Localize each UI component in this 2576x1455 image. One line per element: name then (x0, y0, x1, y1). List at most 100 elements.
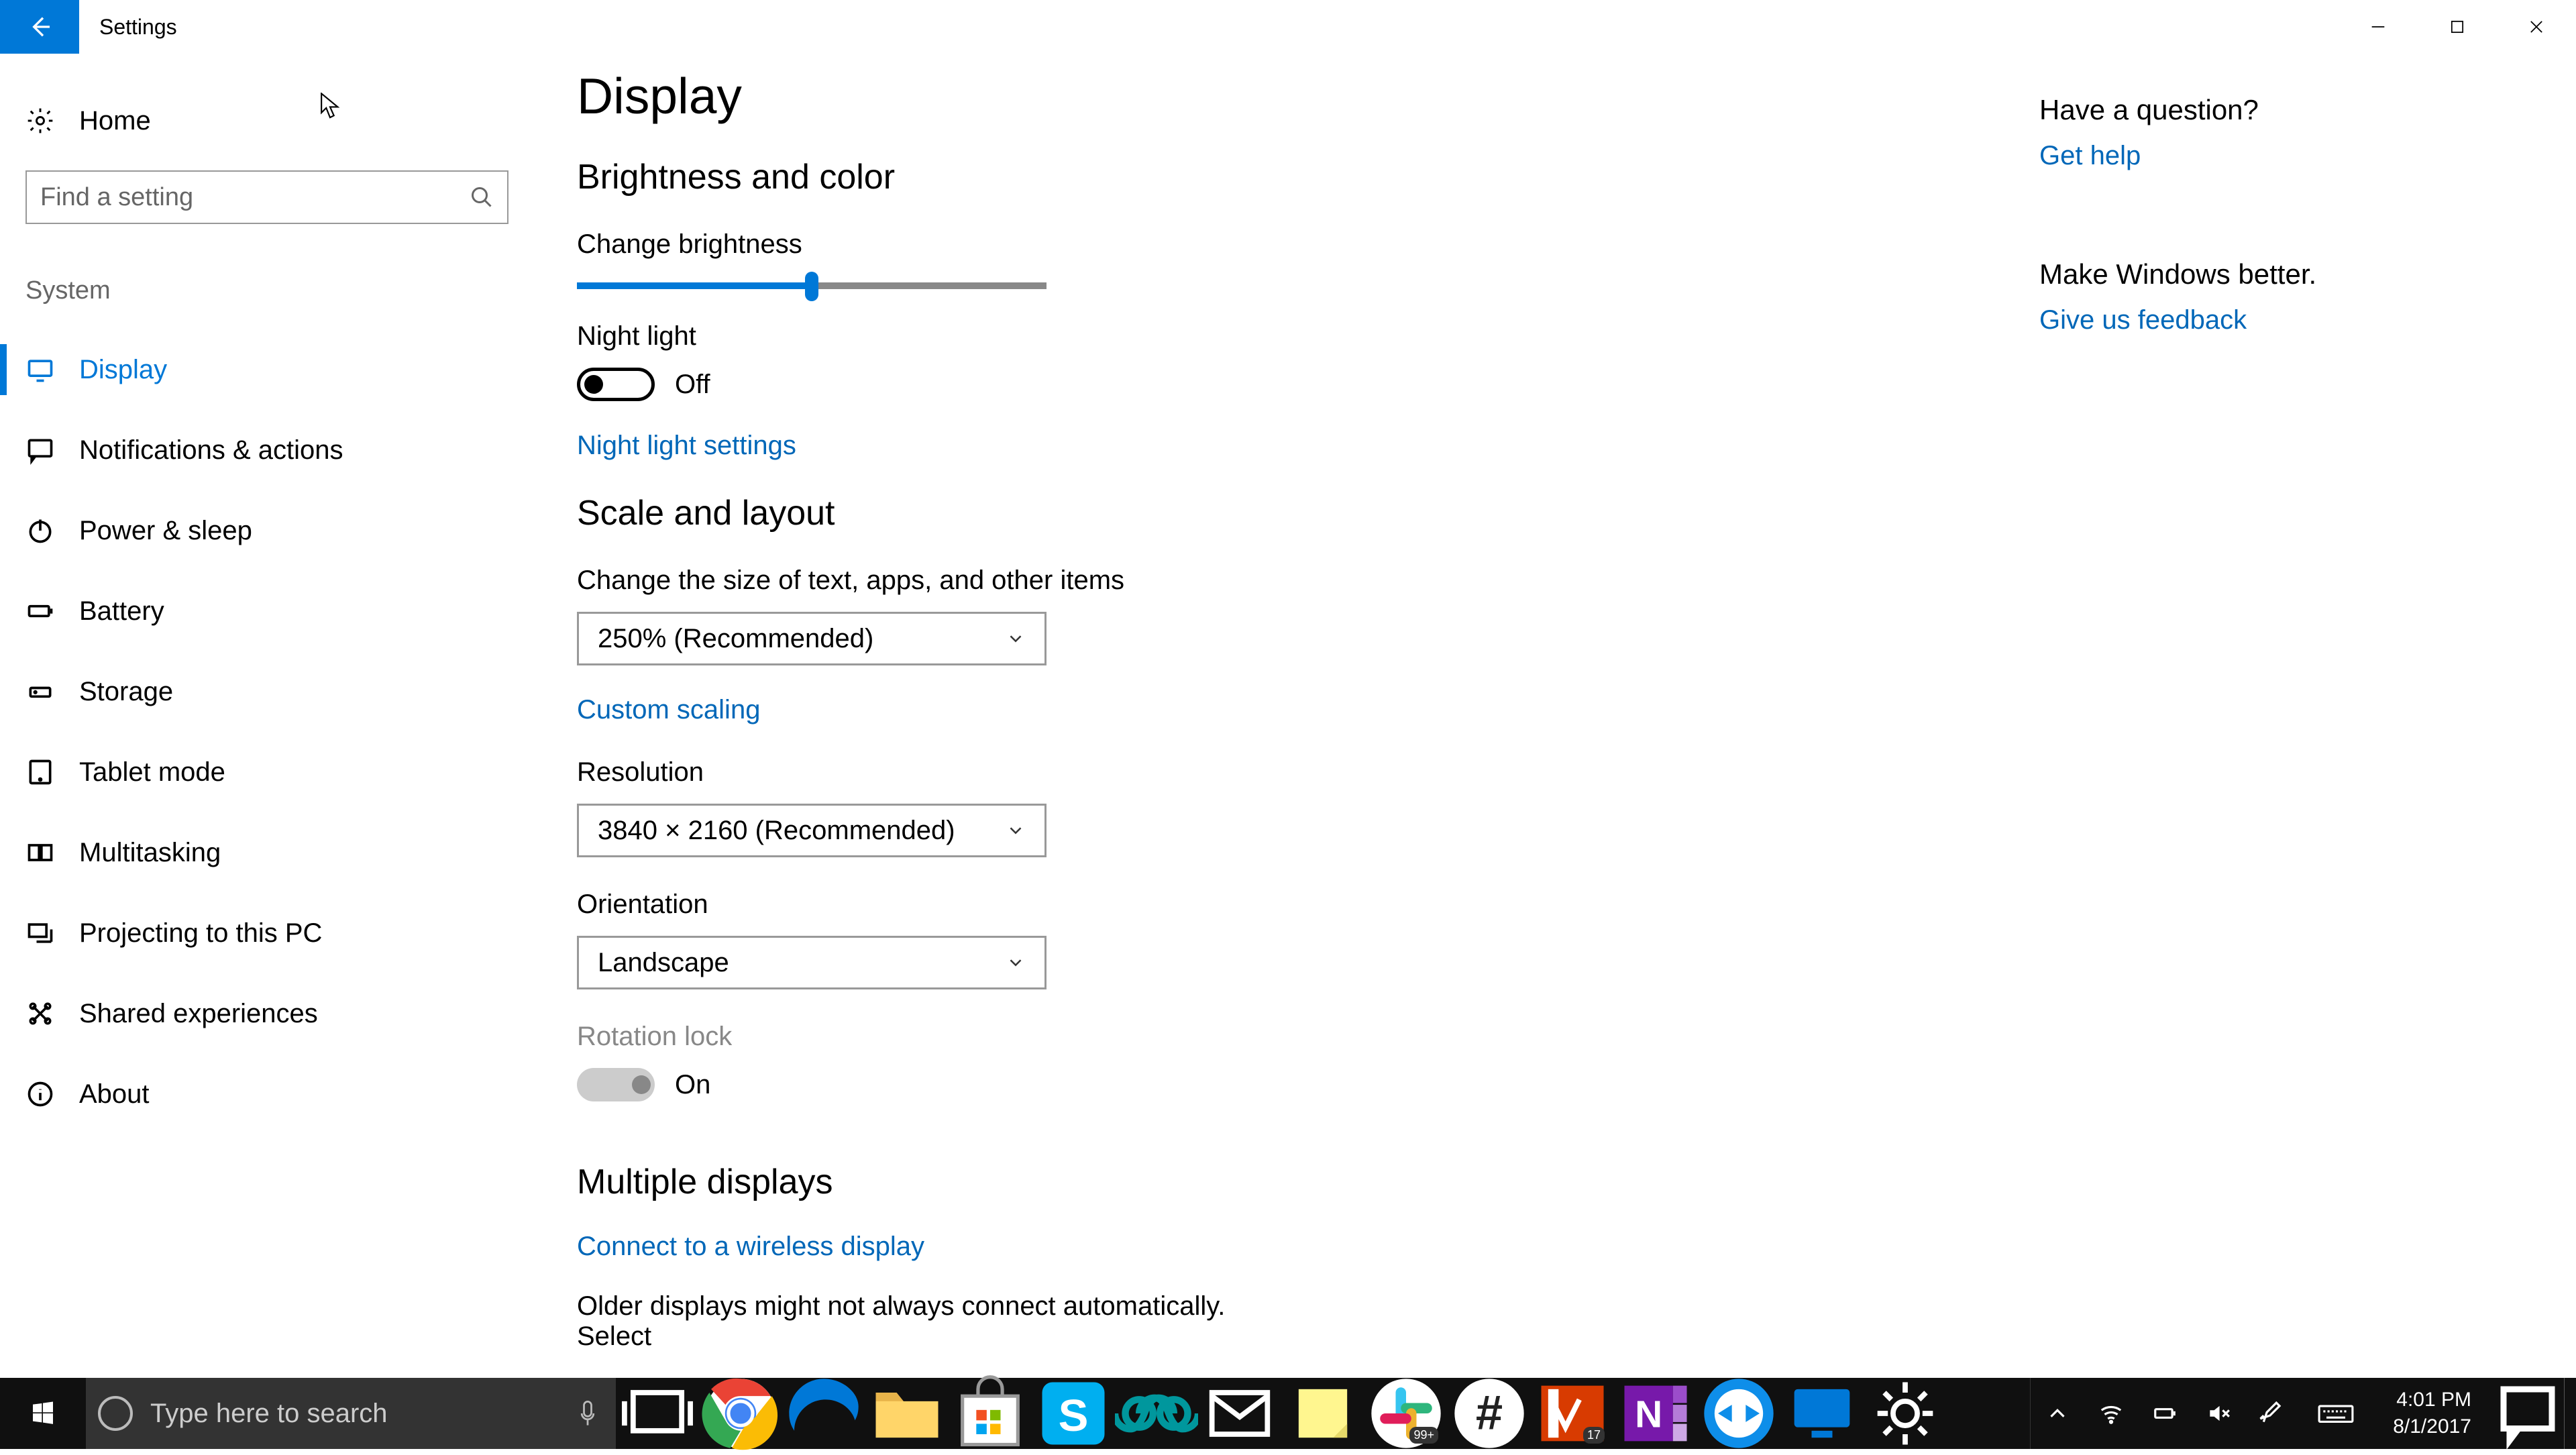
tray-wifi[interactable] (2084, 1378, 2138, 1449)
custom-scaling-link[interactable]: Custom scaling (577, 695, 2039, 725)
nav-label: Tablet mode (79, 757, 225, 788)
minimize-button[interactable] (2339, 0, 2418, 54)
maximize-button[interactable] (2418, 0, 2497, 54)
chevron-down-icon (1006, 820, 1026, 841)
app-remote-desktop[interactable] (1780, 1378, 1864, 1449)
nav-notifications[interactable]: Notifications & actions (0, 410, 517, 490)
nav-storage[interactable]: Storage (0, 651, 517, 732)
nightlight-label: Night light (577, 321, 2039, 352)
scale-dropdown[interactable]: 250% (Recommended) (577, 612, 1046, 665)
rotation-state: On (675, 1070, 710, 1100)
section-multiple: Multiple displays (577, 1162, 2039, 1202)
toggle-knob (584, 375, 603, 394)
taskbar: Type here to search S 99+ # 17 N 4:01 PM… (0, 1378, 2576, 1449)
tray-volume[interactable] (2192, 1378, 2245, 1449)
orientation-label: Orientation (577, 890, 2039, 920)
orientation-dropdown[interactable]: Landscape (577, 936, 1046, 989)
gear-icon (1864, 1372, 1947, 1455)
nav-label: Display (79, 355, 167, 385)
mail-icon (1198, 1372, 1281, 1455)
power-icon (25, 516, 55, 545)
slider-thumb[interactable] (805, 272, 818, 301)
svg-text:N: N (1635, 1394, 1662, 1436)
tray-overflow[interactable] (2031, 1378, 2084, 1449)
app-edge[interactable] (782, 1378, 865, 1449)
rotation-toggle (577, 1068, 655, 1101)
search-box[interactable] (25, 170, 508, 224)
mic-icon[interactable] (578, 1399, 597, 1428)
app-hash[interactable]: # (1448, 1378, 1531, 1449)
section-label: System (25, 276, 517, 305)
app-store[interactable] (949, 1378, 1032, 1449)
help-panel: Have a question? Get help Make Windows b… (2039, 54, 2576, 1378)
skype-icon: S (1032, 1372, 1115, 1455)
home-button[interactable]: Home (0, 87, 517, 154)
nav-projecting[interactable]: Projecting to this PC (0, 893, 517, 973)
nav-battery[interactable]: Battery (0, 571, 517, 651)
nav-label: Power & sleep (79, 516, 252, 546)
infinity-icon (1115, 1372, 1198, 1455)
battery-icon (2152, 1401, 2178, 1426)
title-bar: Settings (0, 0, 2576, 54)
gear-icon (25, 106, 55, 136)
rdp-icon (1780, 1372, 1864, 1455)
search-icon (470, 185, 494, 209)
start-button[interactable] (0, 1378, 86, 1449)
app-settings[interactable] (1864, 1378, 1947, 1449)
scale-label: Change the size of text, apps, and other… (577, 565, 2039, 596)
nav-shared-experiences[interactable]: Shared experiences (0, 973, 517, 1054)
nav-tablet-mode[interactable]: Tablet mode (0, 732, 517, 812)
volume-mute-icon (2206, 1401, 2231, 1426)
search-input[interactable] (40, 183, 470, 212)
close-icon (2527, 17, 2546, 36)
brightness-slider[interactable] (577, 282, 1046, 289)
app-sticky-notes[interactable] (1281, 1378, 1364, 1449)
display-icon (25, 355, 55, 384)
question-label: Have a question? (2039, 94, 2576, 126)
app-onenote-badge[interactable]: 17 (1531, 1378, 1614, 1449)
nightlight-toggle[interactable] (577, 368, 655, 401)
chat-icon (25, 435, 55, 465)
feedback-link[interactable]: Give us feedback (2039, 305, 2576, 335)
wireless-display-link[interactable]: Connect to a wireless display (577, 1232, 2039, 1262)
tray-battery[interactable] (2138, 1378, 2192, 1449)
task-view-button[interactable] (616, 1378, 699, 1449)
back-button[interactable] (0, 0, 79, 54)
nav-list: Display Notifications & actions Power & … (0, 329, 517, 1134)
toggle-knob (632, 1075, 651, 1094)
main-panel: Display Brightness and color Change brig… (517, 54, 2039, 1378)
cortana-search[interactable]: Type here to search (86, 1378, 616, 1449)
tray-keyboard[interactable] (2299, 1378, 2373, 1449)
resolution-dropdown[interactable]: 3840 × 2160 (Recommended) (577, 804, 1046, 857)
window-title: Settings (99, 15, 177, 40)
tray-clock[interactable]: 4:01 PM 8/1/2017 (2373, 1387, 2491, 1441)
app-file-explorer[interactable] (865, 1378, 949, 1449)
maximize-icon (2448, 17, 2467, 36)
task-view-icon (616, 1372, 699, 1455)
tray-pen[interactable] (2245, 1378, 2299, 1449)
nav-display[interactable]: Display (0, 329, 517, 410)
nav-about[interactable]: About (0, 1054, 517, 1134)
get-help-link[interactable]: Get help (2039, 141, 2576, 171)
show-desktop-button[interactable] (2564, 1378, 2576, 1449)
close-button[interactable] (2497, 0, 2576, 54)
chevron-down-icon (1006, 953, 1026, 973)
minimize-icon (2369, 17, 2387, 36)
nav-multitasking[interactable]: Multitasking (0, 812, 517, 893)
app-teamviewer[interactable] (1697, 1378, 1780, 1449)
app-slack[interactable]: 99+ (1364, 1378, 1448, 1449)
app-arduino[interactable] (1115, 1378, 1198, 1449)
app-mail[interactable] (1198, 1378, 1281, 1449)
nav-label: Multitasking (79, 838, 221, 868)
nav-power-sleep[interactable]: Power & sleep (0, 490, 517, 571)
app-onenote[interactable]: N (1614, 1378, 1697, 1449)
app-skype[interactable]: S (1032, 1378, 1115, 1449)
store-icon (949, 1372, 1032, 1455)
nightlight-settings-link[interactable]: Night light settings (577, 431, 2039, 461)
app-chrome[interactable] (699, 1378, 782, 1449)
teamviewer-icon (1697, 1372, 1780, 1455)
action-center-button[interactable] (2491, 1378, 2564, 1449)
folder-icon (865, 1372, 949, 1455)
scale-value: 250% (Recommended) (598, 624, 873, 654)
action-center-icon (2491, 1377, 2564, 1450)
